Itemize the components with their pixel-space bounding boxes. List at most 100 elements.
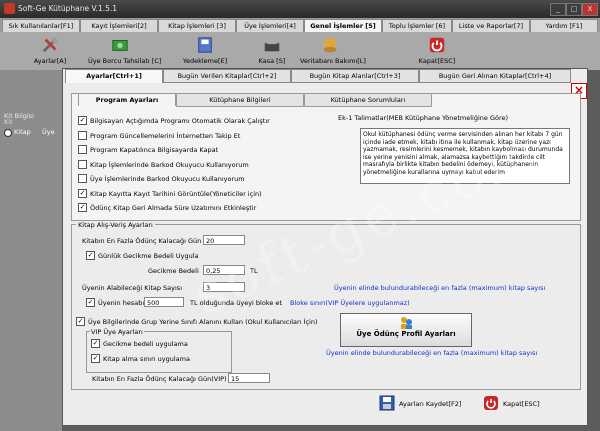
group-class-checkbox[interactable]: ✓ — [76, 317, 85, 326]
loan-settings-title: Kitap Alış-Veriş Ayarları — [76, 221, 155, 229]
max-days-label: Kitabın En Fazla Ödünç Kalacağı Gün — [82, 237, 202, 245]
ek1-title: Ek-1 Talimatlar(MEB Kütüphane Yönetmeliğ… — [338, 114, 509, 122]
toolbar: Ayarlar[A] Üye Borcu Tahsilatı [C] Yedek… — [0, 32, 600, 70]
maximize-button[interactable]: □ — [566, 3, 582, 16]
backup-icon — [198, 37, 212, 53]
program-option-label: Ödünç Kitap Geri Almada Süre Uzatımını E… — [90, 204, 257, 212]
program-option-label: Kitap Kayıtta Kayıt Tarihini Görüntüle(Y… — [90, 189, 262, 198]
member-loan-profile-label: Üye Ödünç Profil Ayarları — [356, 330, 456, 338]
title-bar: Soft-Ge Kütüphane V.1.5.1 _ □ X — [0, 0, 600, 18]
toolbar-debt-label: Üye Borcu Tahsilatı [C] — [88, 57, 162, 65]
daily-fee-label: Günlük Gecikme Bedeli Uygula — [98, 252, 199, 260]
vip-limit-label: Kitap alma sınırı uygulama — [103, 355, 190, 363]
program-option-checkbox[interactable] — [78, 145, 87, 154]
toolbar-settings[interactable]: Ayarlar[A] — [28, 32, 72, 70]
program-option-label: Kitap İşlemlerinde Barkod Okuyucu Kullan… — [90, 160, 249, 169]
subtab-library-info[interactable]: Kütüphane Bilgileri — [176, 93, 304, 107]
save-icon — [379, 395, 395, 411]
settings-dialog: Ayarlar[Ctrl+1] Bugün Verilen Kitaplar[C… — [62, 68, 588, 426]
program-option-checkbox[interactable]: ✓ — [78, 188, 87, 198]
tab-settings[interactable]: Ayarlar[Ctrl+1] — [65, 69, 163, 83]
group-class-label: Üye Bilgilerinde Grup Yerine Sınıfı Alan… — [88, 318, 318, 326]
save-settings-label: Ayarları Kaydet[F2] — [399, 400, 462, 408]
program-settings-panel: Program Ayarları Kütüphane Bilgileri Küt… — [71, 93, 581, 221]
tab-today-takers[interactable]: Bugün Kitap Alanlar[Ctrl+3] — [291, 69, 419, 83]
program-option-label: Program Kapatılınca Bilgisayarda Kapat — [90, 146, 219, 154]
account-note: Bloke sınırı(VIP Üyelere uygulanmaz) — [290, 299, 410, 307]
menu-reports[interactable]: Liste ve Raporlar[7] — [452, 19, 530, 33]
close-settings-label: Kapat[ESC] — [503, 400, 540, 408]
program-option-checkbox[interactable]: ✓ — [78, 203, 87, 212]
max-days-input[interactable]: 20 — [203, 235, 245, 245]
fee-unit: TL — [250, 267, 258, 275]
menu-bar: Sık Kullanılanlar[F1] Kayıt İşlemleri[2]… — [0, 18, 600, 33]
member-loan-profile-button[interactable]: Üye Ödünç Profil Ayarları — [340, 313, 472, 347]
vip-settings-group: VIP Üye Ayarları ✓ Gecikme bedeli uygula… — [86, 328, 232, 373]
program-option-checkbox[interactable] — [78, 159, 87, 169]
toolbar-cash[interactable]: Kasa [S] — [250, 32, 294, 70]
toolbar-close-label: Kapat[ESC] — [418, 57, 456, 65]
vip-profile-note: Üyenin elinde bulundurabileceği en fazla… — [326, 349, 538, 357]
database-icon — [323, 37, 337, 53]
toolbar-settings-label: Ayarlar[A] — [33, 57, 67, 65]
settings-tools-icon — [42, 37, 58, 53]
max-books-input[interactable]: 3 — [203, 282, 245, 292]
vip-title: VIP Üye Ayarları — [90, 328, 144, 336]
side-radio-book[interactable]: Kitap — [14, 128, 31, 136]
program-option-checkbox[interactable] — [78, 174, 87, 183]
subtab-program-settings[interactable]: Program Ayarları — [78, 93, 176, 106]
side-header-2: Kit — [4, 118, 13, 126]
program-option-label: Bilgisayarı Açtığımda Programı Otomatik … — [90, 117, 270, 125]
save-settings-button[interactable]: Ayarları Kaydet[F2] — [379, 393, 467, 415]
vip-limit-checkbox[interactable]: ✓ — [91, 354, 100, 363]
program-option-label: Üye İşlemlerinde Barkod Okuyucu Kullanıy… — [90, 175, 245, 183]
minimize-button[interactable]: _ — [550, 3, 566, 16]
toolbar-close[interactable]: Kapat[ESC] — [412, 32, 462, 70]
program-option-checkbox[interactable] — [78, 130, 87, 140]
menu-bulk[interactable]: Toplu İşlemler [6] — [382, 19, 452, 33]
users-icon — [401, 317, 412, 329]
side-panel: Kit Bilgisi Kit Kitap Üye — [0, 70, 62, 431]
power-icon — [484, 396, 498, 410]
menu-books[interactable]: Kitap İşlemleri [3] — [158, 19, 236, 33]
fee-input[interactable]: 0,25 — [203, 265, 245, 275]
max-books-label: Üyenin Alabileceği Kitap Sayısı — [82, 284, 183, 292]
subtab-library-staff[interactable]: Kütüphane Sorumluları — [304, 93, 432, 107]
toolbar-debt[interactable]: Üye Borcu Tahsilatı [C] — [88, 32, 162, 70]
app-icon — [4, 3, 15, 14]
vip-fee-checkbox[interactable]: ✓ — [91, 339, 100, 348]
toolbar-backup-label: Yedekleme[E] — [182, 57, 228, 65]
close-window-button[interactable]: X — [582, 3, 598, 16]
toolbar-db-maintenance[interactable]: Veritabanı Bakımı[L] — [300, 32, 366, 70]
account-block-checkbox[interactable]: ✓ — [86, 298, 95, 307]
cash-register-icon — [264, 38, 280, 52]
account-limit-input[interactable]: 500 — [144, 297, 184, 307]
tab-today-returned[interactable]: Bugün Geri Alınan Kitaplar[Ctrl+4] — [419, 69, 571, 83]
vip-days-label: Kitabın En Fazla Ödünç Kalacağı Gün(VIP) — [92, 375, 227, 383]
menu-records[interactable]: Kayıt İşlemleri[2] — [80, 19, 158, 33]
toolbar-backup[interactable]: Yedekleme[E] — [180, 32, 230, 70]
window-title: Soft-Ge Kütüphane V.1.5.1 — [18, 4, 118, 13]
vip-days-input[interactable]: 15 — [228, 373, 270, 383]
side-radio-member[interactable]: Üye — [42, 128, 55, 136]
fee-label: Gecikme Bedeli — [148, 267, 199, 275]
loan-settings-group: Kitap Alış-Veriş Ayarları Kitabın En Faz… — [71, 221, 581, 390]
menu-help[interactable]: Yardım [F1] — [530, 19, 598, 33]
side-radio-dot[interactable] — [4, 129, 12, 137]
menu-general[interactable]: Genel İşlemler [5] — [304, 19, 382, 33]
ek1-textarea[interactable]: Okul kütüphanesi ödünç verme servisinden… — [360, 128, 570, 184]
daily-fee-checkbox[interactable]: ✓ — [86, 251, 95, 260]
max-books-note: Üyenin elinde bulundurabileceği en fazla… — [334, 284, 546, 292]
account-suffix: TL olduğunda üyeyi bloke et — [190, 299, 282, 307]
close-settings-button[interactable]: Kapat[ESC] — [483, 393, 553, 415]
vip-fee-label: Gecikme bedeli uygulama — [103, 340, 188, 348]
program-option-checkbox[interactable]: ✓ — [78, 116, 87, 125]
menu-members[interactable]: Üye İşlemleri[4] — [236, 19, 304, 33]
toolbar-cash-label: Kasa [S] — [258, 57, 286, 65]
account-label: Üyenin hesabı — [98, 299, 145, 307]
program-option-label: Program Güncellemelerini İnternetten Tak… — [90, 131, 241, 140]
toolbar-db-label: Veritabanı Bakımı[L] — [300, 57, 366, 65]
money-icon — [112, 40, 128, 51]
menu-favorites[interactable]: Sık Kullanılanlar[F1] — [2, 19, 80, 33]
tab-today-given[interactable]: Bugün Verilen Kitaplar[Ctrl+2] — [163, 69, 291, 83]
